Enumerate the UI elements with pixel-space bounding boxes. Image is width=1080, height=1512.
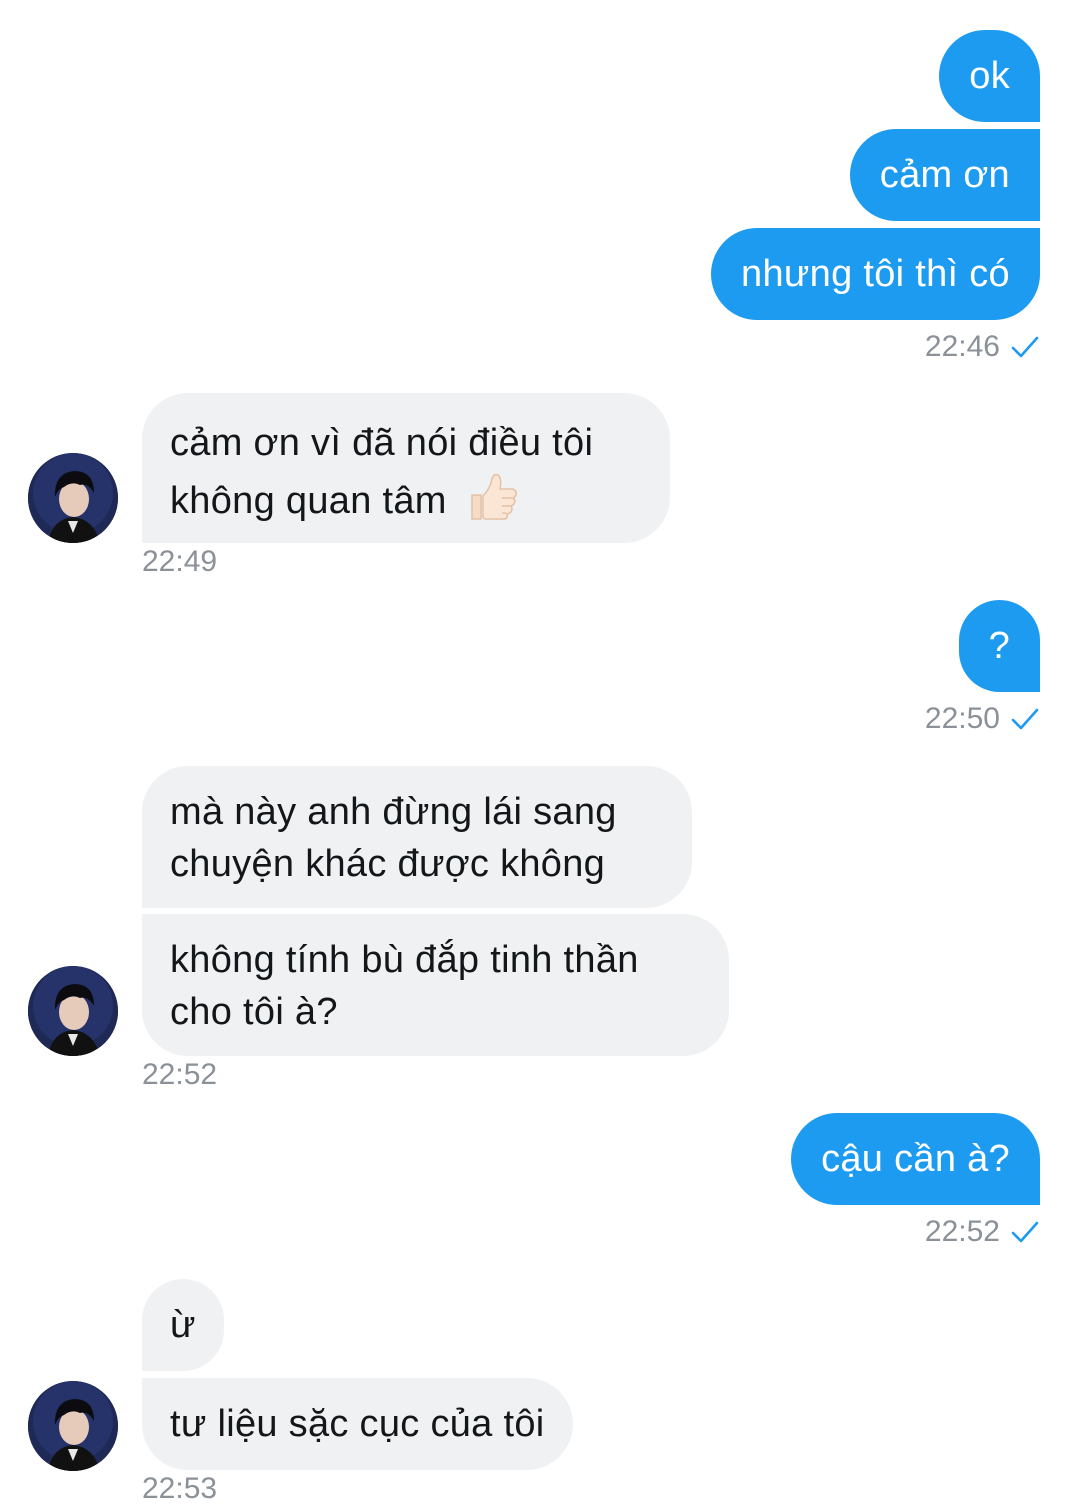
message-timestamp: 22:49 (142, 545, 218, 578)
outgoing-message[interactable]: ok (939, 30, 1040, 122)
timestamp-text: 22:52 (924, 1215, 1000, 1248)
message-text: ừ (170, 1304, 196, 1346)
outgoing-message[interactable]: cảm ơn (849, 129, 1040, 221)
message-text: mà này anh đừng lái sang (170, 791, 617, 833)
message-text: không tính bù đắp tinh thần (170, 939, 639, 981)
message-text-line: không quan tâm (170, 469, 642, 527)
outgoing-message[interactable]: ? (958, 600, 1040, 692)
incoming-message[interactable]: không tính bù đắp tinh thần cho tôi à? (142, 914, 729, 1056)
message-text: ? (988, 625, 1010, 667)
message-text: cảm ơn (879, 154, 1010, 196)
message-timestamp: 22:52 (925, 1215, 1040, 1249)
incoming-message[interactable]: mà này anh đừng lái sang chuyện khác đượ… (142, 766, 692, 908)
message-timestamp: 22:46 (925, 330, 1040, 364)
avatar-image (28, 1381, 118, 1471)
message-text: cho tôi à? (170, 991, 338, 1033)
message-text: chuyện khác được không (170, 843, 606, 885)
outgoing-message[interactable]: nhưng tôi thì có (711, 228, 1040, 320)
message-timestamp: 22:53 (142, 1472, 218, 1505)
checkmark-icon (1011, 708, 1039, 730)
message-timestamp: 22:52 (142, 1058, 218, 1091)
message-text: cảm ơn vì đã nói điều tôi (170, 422, 594, 464)
message-text: không quan tâm (170, 480, 447, 522)
checkmark-icon (1011, 336, 1039, 358)
incoming-message[interactable]: ừ (142, 1279, 224, 1371)
message-text: cậu cần à? (821, 1138, 1010, 1180)
contact-avatar[interactable] (28, 453, 118, 543)
incoming-message[interactable]: cảm ơn vì đã nói điều tôi không quan tâm (142, 393, 670, 543)
message-text: ok (969, 55, 1010, 97)
contact-avatar[interactable] (28, 966, 118, 1056)
contact-avatar[interactable] (28, 1381, 118, 1471)
timestamp-text: 22:50 (924, 702, 1000, 735)
thumbs-up-emoji (470, 473, 517, 520)
message-timestamp: 22:50 (925, 702, 1040, 736)
avatar-image (28, 966, 118, 1056)
timestamp-text: 22:46 (924, 330, 1000, 363)
message-text: tư liệu sặc cục của tôi (170, 1403, 545, 1445)
incoming-message[interactable]: tư liệu sặc cục của tôi (142, 1378, 573, 1470)
outgoing-message[interactable]: cậu cần à? (791, 1113, 1040, 1205)
avatar-image (28, 453, 118, 543)
checkmark-icon (1011, 1221, 1039, 1243)
message-text: nhưng tôi thì có (741, 253, 1010, 295)
